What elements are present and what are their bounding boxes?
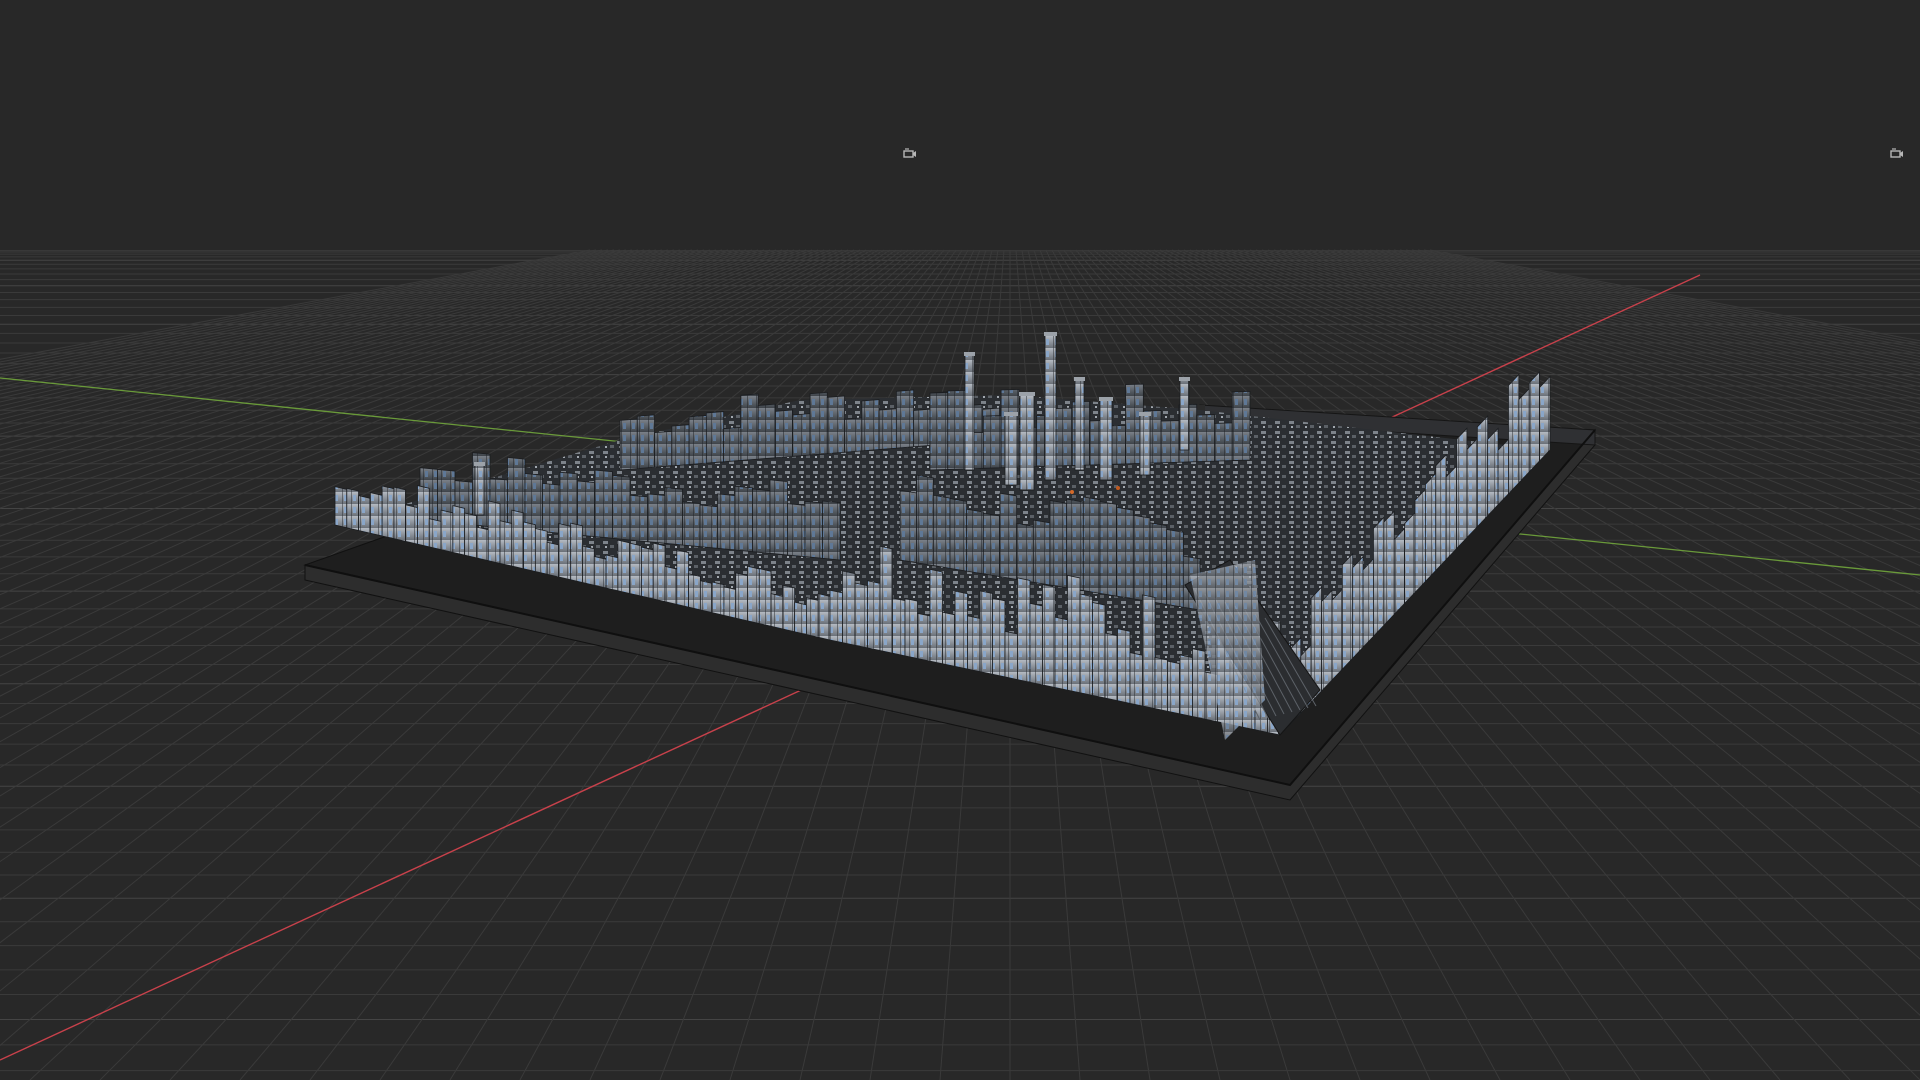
camera-icon[interactable] (903, 148, 917, 158)
viewport-canvas[interactable] (0, 0, 1920, 1080)
3d-viewport[interactable] (0, 0, 1920, 1080)
city-block[interactable] (303, 332, 1597, 801)
camera-icon[interactable] (1890, 148, 1904, 158)
